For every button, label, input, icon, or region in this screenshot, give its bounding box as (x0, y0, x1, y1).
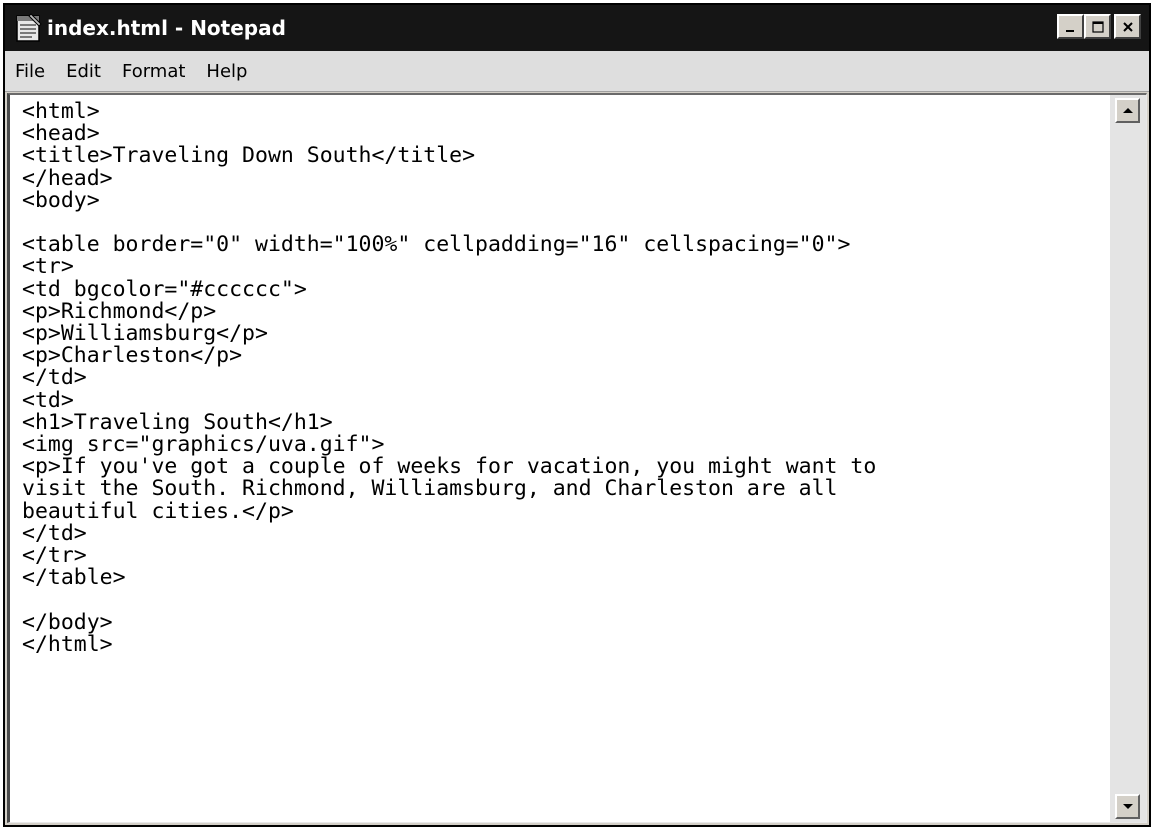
menu-bar: File Edit Format Help (5, 51, 1149, 92)
notepad-icon[interactable] (11, 12, 45, 44)
editor-frame: <html> <head> <title>Traveling Down Sout… (7, 93, 1147, 823)
menu-format[interactable]: Format (112, 61, 196, 82)
title-bar[interactable]: index.html - Notepad (5, 5, 1149, 51)
menu-edit[interactable]: Edit (56, 61, 112, 82)
menu-file[interactable]: File (5, 61, 56, 82)
scroll-up-arrow-icon (1122, 108, 1133, 113)
text-editor[interactable]: <html> <head> <title>Traveling Down Sout… (10, 95, 1110, 822)
menu-help[interactable]: Help (196, 61, 258, 82)
notepad-window: index.html - Notepad File Edit Format He… (3, 3, 1151, 827)
window-title: index.html - Notepad (47, 16, 286, 40)
scroll-down-arrow-icon (1122, 804, 1133, 809)
maximize-icon (1091, 20, 1104, 33)
maximize-button[interactable] (1084, 14, 1111, 39)
close-button[interactable] (1114, 14, 1141, 39)
minimize-button[interactable] (1057, 14, 1084, 39)
window-controls (1057, 14, 1141, 39)
scroll-up-button[interactable] (1115, 98, 1140, 123)
close-icon (1122, 21, 1133, 32)
vertical-scrollbar[interactable] (1110, 95, 1146, 822)
scroll-down-button[interactable] (1115, 794, 1140, 819)
minimize-icon (1065, 29, 1074, 32)
